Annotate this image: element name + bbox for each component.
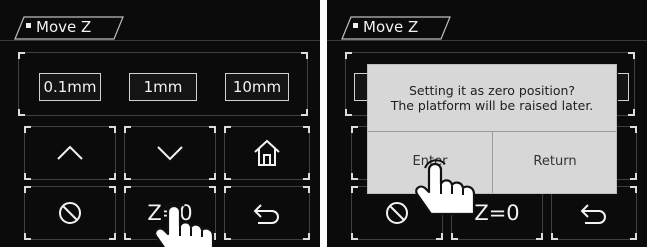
home-button[interactable] [224,126,310,180]
dialog-line-1: Setting it as zero position? [408,83,576,98]
header-divider [0,40,320,41]
home-icon [254,139,280,166]
step-panel: 0.1mm 1mm 10mm [18,52,308,116]
pointing-hand-icon [415,159,476,216]
return-icon [580,204,606,224]
stop-button[interactable] [24,186,116,240]
header-divider [327,40,647,41]
title-tab: Move Z [341,16,451,40]
dialog-line-2: The platform will be raised later. [390,98,594,113]
return-icon [253,204,279,224]
move-down-button[interactable] [124,126,216,180]
pointing-hand-icon [154,201,215,247]
title-tab: Move Z [14,16,124,40]
step-10mm-button[interactable]: 10mm [225,73,289,101]
dialog-message: Setting it as zero position? The platfor… [368,83,616,113]
page-title: Move Z [26,18,91,36]
back-button[interactable] [551,186,637,240]
step-0.1mm-button[interactable]: 0.1mm [39,73,101,101]
right-screen: Move Z Z=0 Setting it as zero position? … [327,0,647,247]
back-button[interactable] [224,186,310,240]
return-button[interactable]: Return [493,131,617,193]
stop-icon [59,202,81,224]
step-button-partial[interactable] [618,73,629,101]
chevron-up-icon [57,145,83,160]
left-screen: Move Z 0.1mm 1mm 10mm Z=0 [0,0,320,247]
confirm-zero-dialog: Setting it as zero position? The platfor… [367,64,617,194]
page-title: Move Z [353,18,418,36]
chevron-down-icon [157,146,183,161]
step-1mm-button[interactable]: 1mm [129,73,197,101]
move-up-button[interactable] [24,126,116,180]
